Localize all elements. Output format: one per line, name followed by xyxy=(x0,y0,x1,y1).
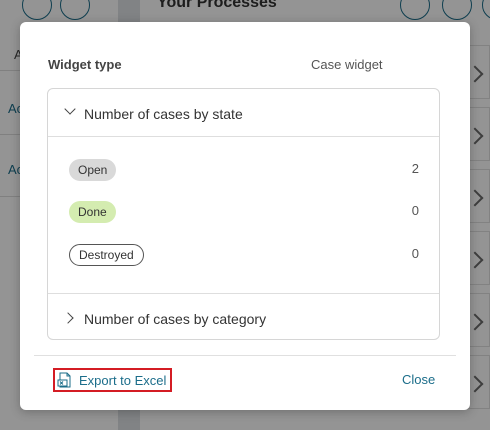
status-badge-open: Open xyxy=(69,159,117,181)
state-count-done: 0 xyxy=(411,203,419,218)
widget-info-dialog: Widget type Case widget Number of cases … xyxy=(20,22,470,410)
statistics-accordion: Number of cases by state Open 2 Done 0 D… xyxy=(47,88,440,340)
state-row-done: Done 0 xyxy=(48,201,439,231)
state-count-open: 2 xyxy=(411,161,419,176)
state-count-destroyed: 0 xyxy=(411,246,419,261)
status-badge-destroyed: Destroyed xyxy=(69,244,144,266)
state-row-open: Open 2 xyxy=(48,159,439,189)
state-row-destroyed: Destroyed 0 xyxy=(48,244,439,274)
state-section-header[interactable]: Number of cases by state xyxy=(48,89,439,137)
state-section-title: Number of cases by state xyxy=(84,106,243,122)
status-badge-done: Done xyxy=(69,201,116,223)
widget-type-value: Case widget xyxy=(311,57,383,72)
widget-type-label: Widget type xyxy=(48,57,122,72)
category-section-title: Number of cases by category xyxy=(84,311,267,327)
excel-export-icon xyxy=(57,372,71,388)
category-section-header[interactable]: Number of cases by category xyxy=(48,293,439,341)
close-button[interactable]: Close xyxy=(402,372,435,387)
export-to-excel-label: Export to Excel xyxy=(79,372,167,388)
chevron-right-icon xyxy=(62,312,74,324)
dialog-divider xyxy=(34,355,456,356)
export-to-excel-button[interactable]: Export to Excel xyxy=(53,368,173,392)
chevron-down-icon xyxy=(64,103,76,115)
